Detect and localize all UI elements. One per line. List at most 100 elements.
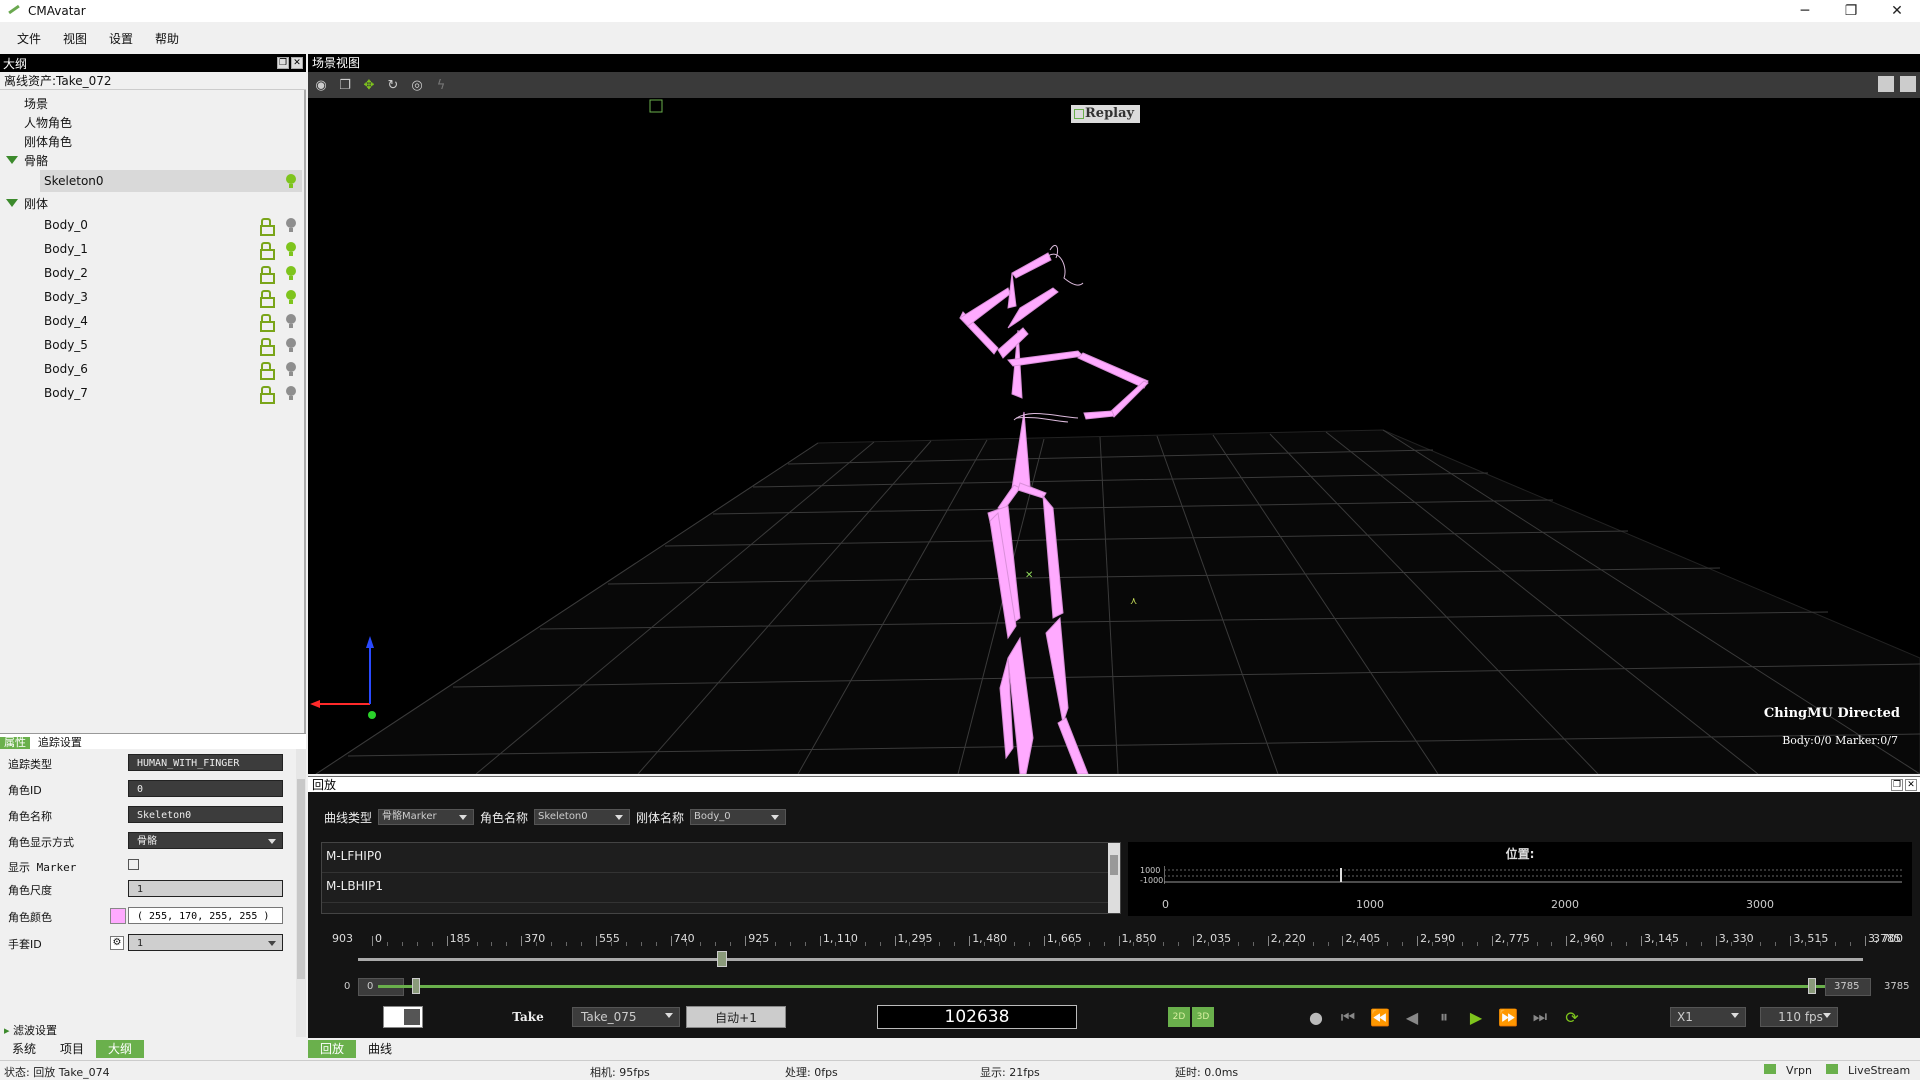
frame-counter[interactable]: 102638 — [877, 1005, 1077, 1029]
role-scale-field[interactable]: 1 — [128, 880, 283, 897]
timeline-playhead[interactable] — [717, 951, 727, 967]
pause-icon[interactable]: ⏸ — [1434, 1007, 1454, 1026]
fast-forward-icon[interactable]: ⏩ — [1498, 1008, 1518, 1027]
visibility-bulb-icon[interactable] — [286, 218, 296, 233]
tab-curves[interactable]: 曲线 — [356, 1040, 404, 1058]
tree-item-rigid-group[interactable]: 刚体 — [0, 192, 302, 214]
visibility-bulb-icon[interactable] — [286, 386, 296, 401]
close-icon[interactable]: ✕ — [1905, 779, 1917, 791]
visibility-bulb-icon[interactable] — [286, 174, 296, 189]
close-icon[interactable]: ✕ — [291, 57, 303, 69]
visibility-bulb-icon[interactable] — [286, 266, 296, 281]
tree-item-body[interactable]: Body_4 — [0, 310, 302, 332]
body-name-select[interactable]: Body_0 — [690, 809, 787, 825]
tree-item-body[interactable]: Body_7 — [0, 382, 302, 404]
3d-viewport[interactable]: ✕ ⋏ Replay ChingMU Directed Body:0/0 Mar… — [308, 98, 1920, 774]
play-icon[interactable]: ▶ — [1466, 1008, 1486, 1027]
lightning-icon[interactable]: ϟ — [432, 76, 450, 94]
role-name-field[interactable]: Skeleton0 — [128, 806, 283, 823]
visibility-bulb-icon[interactable] — [286, 290, 296, 305]
curve-type-select[interactable]: 骨骼Marker — [378, 809, 475, 825]
color-swatch[interactable] — [110, 908, 126, 924]
tree-item-body[interactable]: Body_6 — [0, 358, 302, 380]
range-end-handle[interactable] — [1808, 978, 1816, 994]
close-button[interactable]: ✕ — [1874, 0, 1920, 22]
tab-system[interactable]: 系统 — [0, 1040, 48, 1058]
display-mode-select[interactable]: 骨骼 — [128, 832, 283, 849]
copy-icon[interactable]: ❐ — [336, 76, 354, 94]
timeline-track[interactable] — [358, 958, 1863, 961]
tab-outline[interactable]: 大纲 — [96, 1040, 145, 1058]
speed-select[interactable]: X1 — [1670, 1007, 1746, 1027]
float-icon[interactable]: ❐ — [277, 57, 289, 69]
record-toggle[interactable] — [383, 1006, 423, 1028]
tracking-type-field[interactable]: HUMAN_WITH_FINGER — [128, 754, 283, 771]
tree-item-body[interactable]: Body_2 — [0, 262, 302, 284]
expand-arrow-icon[interactable] — [6, 199, 18, 207]
rewind-icon[interactable]: ⏪ — [1370, 1008, 1390, 1027]
role-color-field[interactable]: ( 255, 170, 255, 255 ) — [128, 907, 283, 924]
take-name-field[interactable]: Take_075 — [572, 1007, 680, 1027]
visibility-bulb-icon[interactable] — [286, 314, 296, 329]
tree-item-skeleton0[interactable]: Skeleton0 — [40, 170, 302, 192]
minimize-button[interactable]: ─ — [1782, 0, 1828, 22]
auto-increment-button[interactable]: 自动+1 — [686, 1006, 786, 1028]
tab-project[interactable]: 项目 — [48, 1040, 96, 1058]
layout-vertical-icon[interactable] — [1900, 76, 1916, 92]
menu-settings[interactable]: 设置 — [98, 30, 144, 47]
position-graph[interactable]: 位置: 1000 -1000 0 1000 2000 3000 — [1128, 842, 1912, 916]
tree-item-body[interactable]: Body_0 — [0, 214, 302, 236]
lock-icon[interactable] — [260, 338, 275, 356]
tab-playback[interactable]: 回放 — [308, 1040, 357, 1058]
replay-button[interactable]: Replay — [1071, 105, 1141, 123]
visibility-bulb-icon[interactable] — [286, 362, 296, 377]
skip-start-icon[interactable]: ⏮ — [1338, 1007, 1358, 1026]
curve-list-item[interactable]: M-LBHIP1 — [322, 873, 1120, 903]
lock-icon[interactable] — [260, 290, 275, 308]
role-id-field[interactable]: 0 — [128, 780, 283, 797]
skip-end-icon[interactable]: ⏭ — [1530, 1007, 1550, 1026]
expand-arrow-icon[interactable] — [6, 156, 18, 164]
refresh-icon[interactable]: ↻ — [384, 76, 402, 94]
fps-field[interactable]: 110 fps — [1760, 1007, 1838, 1027]
eye-icon[interactable]: ◎ — [408, 76, 426, 94]
tree-item-skeleton-group[interactable]: 骨骼 — [0, 149, 302, 171]
loop-icon[interactable]: ⟳ — [1562, 1008, 1582, 1027]
lock-icon[interactable] — [260, 314, 275, 332]
properties-scrollbar[interactable] — [296, 749, 306, 1037]
glove-id-select[interactable]: 1 — [128, 934, 283, 951]
curve-list-scrollbar[interactable] — [1108, 843, 1120, 913]
range-start-handle[interactable] — [412, 978, 420, 994]
role-name-select[interactable]: Skeleton0 — [534, 809, 631, 825]
2d-button[interactable]: 2D — [1168, 1007, 1190, 1027]
lock-icon[interactable] — [260, 362, 275, 380]
curve-list-item[interactable]: M-LFHIP0 — [322, 843, 1120, 873]
range-max-field[interactable]: 3785 — [1825, 978, 1871, 996]
record-icon[interactable]: ● — [1306, 1008, 1326, 1027]
camera-icon[interactable]: ◉ — [312, 76, 330, 94]
lock-icon[interactable] — [260, 266, 275, 284]
float-icon[interactable]: ❐ — [1891, 779, 1903, 791]
lock-icon[interactable] — [260, 386, 275, 404]
show-marker-checkbox[interactable] — [128, 859, 139, 870]
step-back-icon[interactable]: ◀ — [1402, 1008, 1422, 1027]
ruler-minor-tick — [506, 942, 508, 946]
tree-item-body[interactable]: Body_3 — [0, 286, 302, 308]
tree-item-body[interactable]: Body_1 — [0, 238, 302, 260]
filter-settings-section[interactable]: ▸ 滤波设置 — [0, 1022, 296, 1038]
lock-icon[interactable] — [260, 242, 275, 260]
menu-view[interactable]: 视图 — [52, 30, 98, 47]
lock-icon[interactable] — [260, 218, 275, 236]
menu-file[interactable]: 文件 — [6, 30, 52, 47]
menu-help[interactable]: 帮助 — [144, 30, 190, 47]
visibility-bulb-icon[interactable] — [286, 242, 296, 257]
gear-icon[interactable]: ⚙ — [110, 936, 124, 950]
range-track[interactable] — [378, 985, 1848, 988]
move-icon[interactable]: ✥ — [360, 76, 378, 94]
layout-horizontal-icon[interactable] — [1878, 76, 1894, 92]
visibility-bulb-icon[interactable] — [286, 338, 296, 353]
timeline-ruler[interactable]: 903 3785 0 185 370 555 740 925 1, 110 1, 295 1, … — [308, 926, 1920, 956]
tree-item-body[interactable]: Body_5 — [0, 334, 302, 356]
3d-button[interactable]: 3D — [1192, 1007, 1214, 1027]
maximize-button[interactable]: ❐ — [1828, 0, 1874, 22]
